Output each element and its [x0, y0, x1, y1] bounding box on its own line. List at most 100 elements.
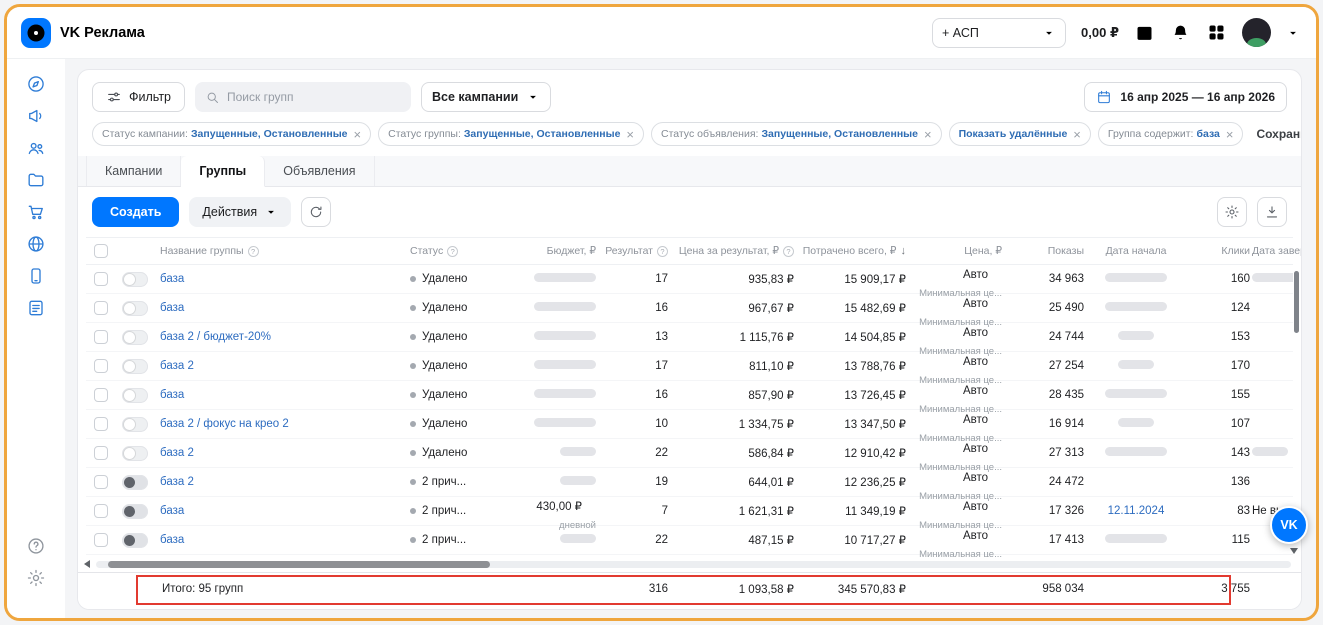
col-header-result[interactable]: Результат? — [598, 245, 670, 257]
redacted-bar — [1105, 389, 1167, 398]
bell-icon[interactable] — [1170, 22, 1191, 43]
vk-support-fab[interactable]: VK — [1270, 506, 1308, 544]
group-name-link[interactable]: база — [160, 389, 184, 401]
row-checkbox[interactable] — [94, 272, 108, 286]
scroll-left-icon[interactable] — [84, 560, 90, 568]
spent-total-cell: 12 910,42 ₽ — [844, 448, 906, 460]
refresh-button[interactable] — [301, 197, 332, 227]
create-button[interactable]: Создать — [92, 197, 180, 227]
horizontal-scrollbar-thumb[interactable] — [107, 560, 491, 568]
actions-button[interactable]: Действия — [189, 197, 292, 227]
sidebar-item-globe[interactable] — [17, 229, 55, 258]
row-toggle[interactable] — [122, 329, 148, 345]
tab-groups[interactable]: Группы — [181, 156, 266, 187]
group-name-link[interactable]: база 2 — [160, 360, 194, 372]
export-button[interactable] — [1257, 197, 1287, 227]
campaign-select[interactable]: Все кампании — [421, 82, 552, 112]
row-toggle[interactable] — [122, 387, 148, 403]
row-checkbox[interactable] — [94, 475, 108, 489]
price-mode: Авто — [962, 356, 988, 368]
toggle-knob — [124, 534, 135, 546]
row-checkbox[interactable] — [94, 533, 108, 547]
col-header-clicks[interactable]: Клики — [1186, 245, 1252, 257]
scroll-down-icon[interactable] — [1290, 548, 1298, 554]
status-dot-icon — [410, 537, 416, 543]
sidebar-item-help[interactable] — [17, 531, 55, 560]
col-header-price[interactable]: Цена, ₽ — [908, 245, 1004, 257]
start-date-link[interactable]: 12.11.2024 — [1108, 505, 1165, 517]
row-checkbox[interactable] — [94, 359, 108, 373]
apps-icon[interactable] — [1206, 22, 1227, 43]
col-header-spent[interactable]: Потрачено всего, ₽ ↓ — [796, 245, 908, 257]
sidebar-item-cart[interactable] — [17, 197, 55, 226]
totals-result: 316 — [648, 583, 668, 595]
group-name-link[interactable]: база 2 / бюджет-20% — [160, 331, 271, 343]
group-name-cell: база 2 / бюджет-20% — [160, 331, 410, 343]
sidebar-item-document[interactable] — [17, 293, 55, 322]
table-settings-button[interactable] — [1217, 197, 1247, 227]
col-header-budget[interactable]: Бюджет, ₽ — [506, 245, 598, 257]
row-toggle[interactable] — [122, 300, 148, 316]
filter-chip[interactable]: Показать удалённые × — [948, 122, 1091, 146]
avatar[interactable] — [1242, 18, 1271, 47]
col-header-impr[interactable]: Показы — [1004, 245, 1086, 257]
calendar-icon[interactable] — [1134, 22, 1155, 43]
chip-remove-icon[interactable]: × — [1073, 128, 1081, 141]
group-name-link[interactable]: база — [160, 534, 184, 546]
tab-campaigns[interactable]: Кампании — [86, 156, 182, 186]
col-header-status[interactable]: Статус? — [410, 245, 506, 257]
filter-chip[interactable]: Статус группы: Запущенные, Остановленные × — [378, 122, 644, 146]
row-toggle[interactable] — [122, 416, 148, 432]
end-date-cell — [1252, 273, 1293, 285]
row-checkbox[interactable] — [94, 301, 108, 315]
row-checkbox[interactable] — [94, 446, 108, 460]
tab-ads[interactable]: Объявления — [265, 156, 375, 186]
redacted-bar — [534, 302, 596, 311]
chip-remove-icon[interactable]: × — [1226, 128, 1234, 141]
spent-total-cell: 13 726,45 ₽ — [844, 390, 906, 402]
date-range-picker[interactable]: 16 апр 2025 — 16 апр 2026 — [1084, 82, 1287, 112]
row-toggle[interactable] — [122, 271, 148, 287]
row-checkbox[interactable] — [94, 388, 108, 402]
group-name-link[interactable]: база — [160, 273, 184, 285]
filter-button[interactable]: Фильтр — [92, 82, 185, 112]
filter-chip[interactable]: Статус объявления: Запущенные, Остановлен… — [651, 122, 942, 146]
row-checkbox[interactable] — [94, 504, 108, 518]
chip-remove-icon[interactable]: × — [626, 128, 634, 141]
chip-remove-icon[interactable]: × — [924, 128, 932, 141]
horizontal-scrollbar[interactable] — [78, 557, 1301, 572]
row-checkbox[interactable] — [94, 417, 108, 431]
sidebar-item-folder[interactable] — [17, 165, 55, 194]
col-header-cpr[interactable]: Цена за результат, ₽? — [670, 245, 796, 257]
actions-button-label: Действия — [202, 205, 258, 219]
col-header-name[interactable]: Название группы? — [160, 245, 410, 257]
chevron-down-icon[interactable] — [1286, 26, 1300, 40]
sidebar-item-people[interactable] — [17, 133, 55, 162]
search-input[interactable]: Поиск групп — [195, 82, 411, 112]
sidebar-item-compass[interactable] — [17, 69, 55, 98]
group-name-link[interactable]: база — [160, 302, 184, 314]
row-toggle[interactable] — [122, 445, 148, 461]
select-all-checkbox[interactable] — [94, 244, 108, 258]
col-header-end[interactable]: Дата заверш... — [1252, 245, 1301, 257]
group-name-link[interactable]: база — [160, 505, 184, 517]
row-toggle[interactable] — [122, 358, 148, 374]
filter-chip[interactable]: Группа содержит: база × — [1097, 122, 1244, 146]
vertical-scrollbar-thumb[interactable] — [1294, 271, 1299, 333]
sidebar-item-phone[interactable] — [17, 261, 55, 290]
horizontal-scrollbar-track[interactable] — [96, 560, 1291, 568]
chip-remove-icon[interactable]: × — [354, 128, 362, 141]
row-checkbox[interactable] — [94, 330, 108, 344]
row-toggle[interactable] — [122, 503, 148, 519]
row-toggle[interactable] — [122, 474, 148, 490]
filter-chip[interactable]: Статус кампании: Запущенные, Остановленны… — [92, 122, 372, 146]
sidebar-item-gear[interactable] — [17, 563, 55, 592]
row-toggle[interactable] — [122, 532, 148, 548]
sidebar-item-megaphone[interactable] — [17, 101, 55, 130]
col-header-start[interactable]: Дата начала — [1086, 245, 1186, 257]
group-name-link[interactable]: база 2 / фокус на крео 2 — [160, 418, 289, 430]
account-select[interactable]: + АСП — [932, 17, 1067, 48]
group-name-link[interactable]: база 2 — [160, 476, 194, 488]
group-name-link[interactable]: база 2 — [160, 447, 194, 459]
save-filters-button[interactable]: Сохранить — [1250, 127, 1301, 141]
